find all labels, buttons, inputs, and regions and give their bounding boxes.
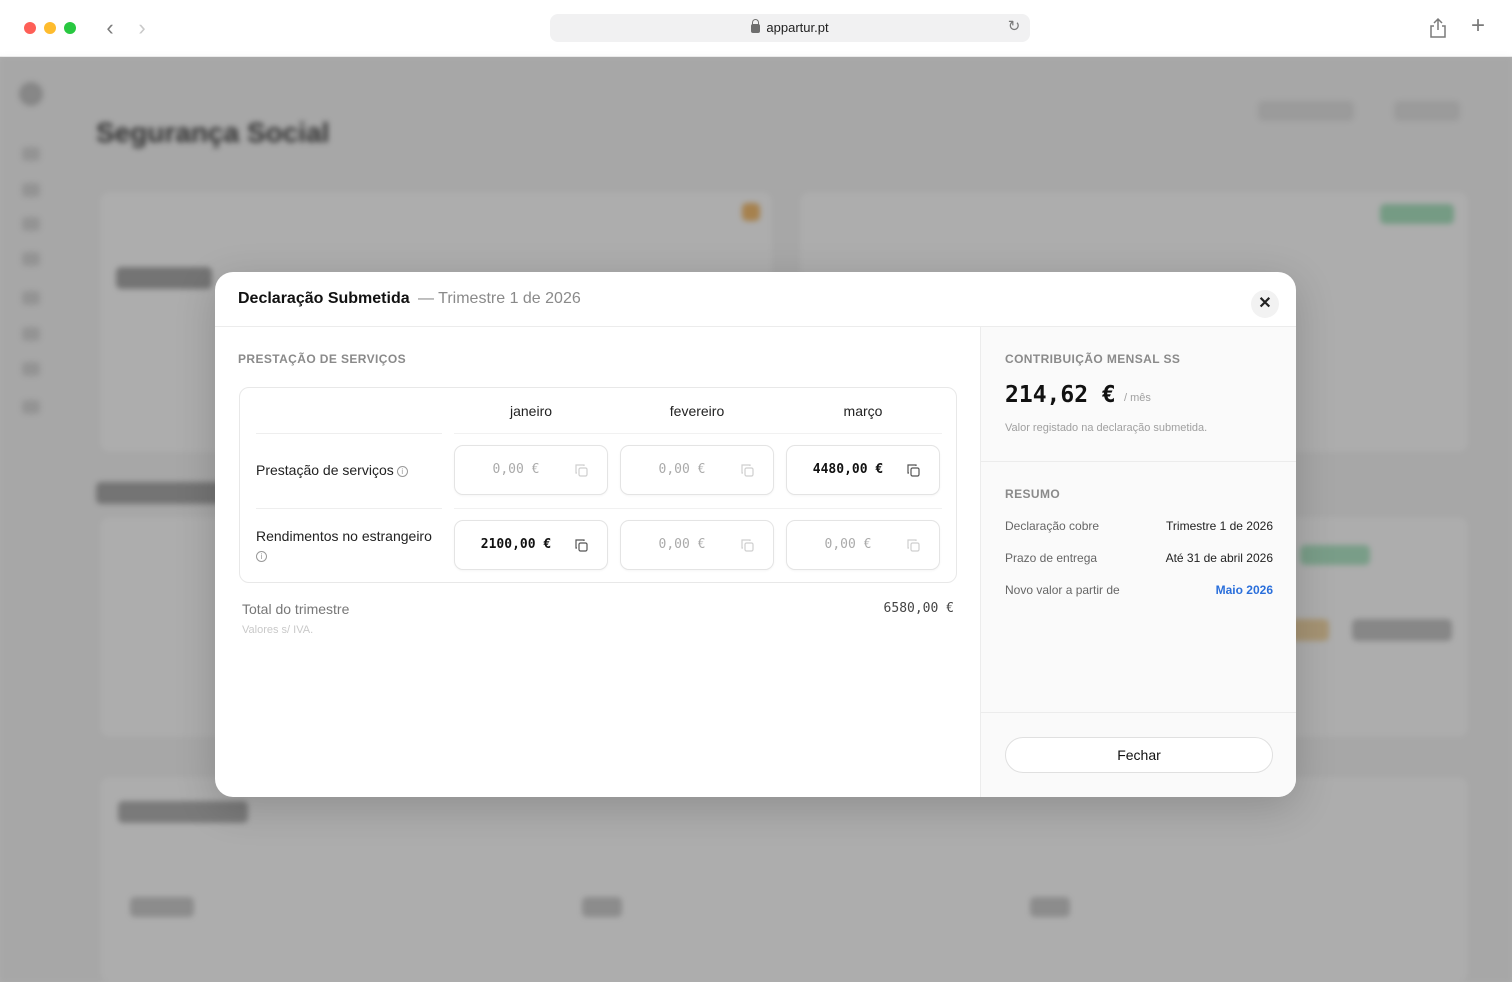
section-label: PRESTAÇÃO DE SERVIÇOS: [238, 352, 406, 366]
value-field-services-february[interactable]: 0,00 €: [620, 445, 774, 495]
url-text: appartur.pt: [766, 20, 829, 35]
info-icon[interactable]: i: [256, 551, 267, 562]
declaration-modal: Declaração Submetida — Trimestre 1 de 20…: [215, 272, 1296, 797]
summary-label: RESUMO: [1005, 487, 1061, 501]
lock-icon: [751, 19, 761, 33]
maximize-window-button[interactable]: [64, 22, 76, 34]
modal-subtitle: — Trimestre 1 de 2026: [418, 290, 581, 307]
row-divider: [256, 508, 442, 509]
info-icon[interactable]: i: [396, 466, 408, 477]
close-window-button[interactable]: [24, 22, 36, 34]
month-header-february: fevereiro: [669, 403, 725, 419]
total-value: 6580,00 €: [883, 601, 954, 616]
browser-toolbar: ‹ › appartur.pt ↻ +: [0, 0, 1512, 57]
monthly-values-grid: janeiro fevereiro março Prestação de ser…: [239, 387, 957, 583]
modal-header: Declaração Submetida — Trimestre 1 de 20…: [215, 272, 1296, 327]
minimize-window-button[interactable]: [44, 22, 56, 34]
copy-icon[interactable]: [741, 539, 754, 552]
contribution-label: CONTRIBUIÇÃO MENSAL SS: [1005, 352, 1181, 366]
row-divider: [256, 433, 442, 434]
value-field-services-march[interactable]: 4480,00 €: [786, 445, 940, 495]
reload-icon[interactable]: ↻: [1006, 19, 1022, 35]
per-month-label: / mês: [1124, 392, 1151, 404]
services-pane: PRESTAÇÃO DE SERVIÇOS janeiro fevereiro …: [215, 327, 980, 797]
total-label: Total do trimestre: [242, 601, 350, 617]
summary-item-value: Até 31 de abril 2026: [1165, 551, 1273, 565]
modal-title: Declaração Submetida: [238, 290, 410, 307]
summary-item-value-link[interactable]: Maio 2026: [1216, 583, 1273, 597]
summary-item-label: Prazo de entrega: [1005, 551, 1098, 565]
forward-icon[interactable]: ›: [131, 16, 153, 40]
divider: [981, 712, 1296, 713]
copy-icon[interactable]: [907, 539, 920, 552]
summary-item-label: Declaração cobre: [1005, 519, 1100, 533]
close-icon[interactable]: ✕: [1251, 290, 1279, 318]
month-header-march: março: [843, 403, 883, 419]
divider: [981, 461, 1296, 462]
contribution-note: Valor registado na declaração submetida.: [1005, 422, 1208, 434]
vat-note: Valores s/ IVA.: [242, 624, 314, 636]
row-divider: [454, 433, 942, 434]
row-label-services: Prestação de serviços i: [256, 461, 442, 480]
back-icon[interactable]: ‹: [99, 16, 121, 40]
value-field-foreign-january[interactable]: 2100,00 €: [454, 520, 608, 570]
copy-icon[interactable]: [907, 464, 920, 477]
address-bar[interactable]: appartur.pt ↻: [550, 14, 1030, 42]
value-field-services-january[interactable]: 0,00 €: [454, 445, 608, 495]
close-button[interactable]: Fechar: [1005, 737, 1273, 773]
contribution-amount: 214,62 €: [1005, 382, 1116, 408]
row-divider: [454, 508, 942, 509]
summary-item-label: Novo valor a partir de: [1005, 583, 1120, 597]
row-label-foreign-income: Rendimentos no estrangeiro i: [256, 528, 432, 562]
copy-icon[interactable]: [741, 464, 754, 477]
copy-icon[interactable]: [575, 539, 588, 552]
summary-pane: CONTRIBUIÇÃO MENSAL SS 214,62 € / mês Va…: [980, 327, 1296, 797]
value-field-foreign-march[interactable]: 0,00 €: [786, 520, 940, 570]
summary-item-value: Trimestre 1 de 2026: [1166, 519, 1273, 533]
copy-icon[interactable]: [575, 464, 588, 477]
value-field-foreign-february[interactable]: 0,00 €: [620, 520, 774, 570]
new-tab-icon[interactable]: +: [1466, 14, 1490, 38]
share-icon[interactable]: [1428, 17, 1448, 39]
month-header-january: janeiro: [509, 403, 553, 419]
